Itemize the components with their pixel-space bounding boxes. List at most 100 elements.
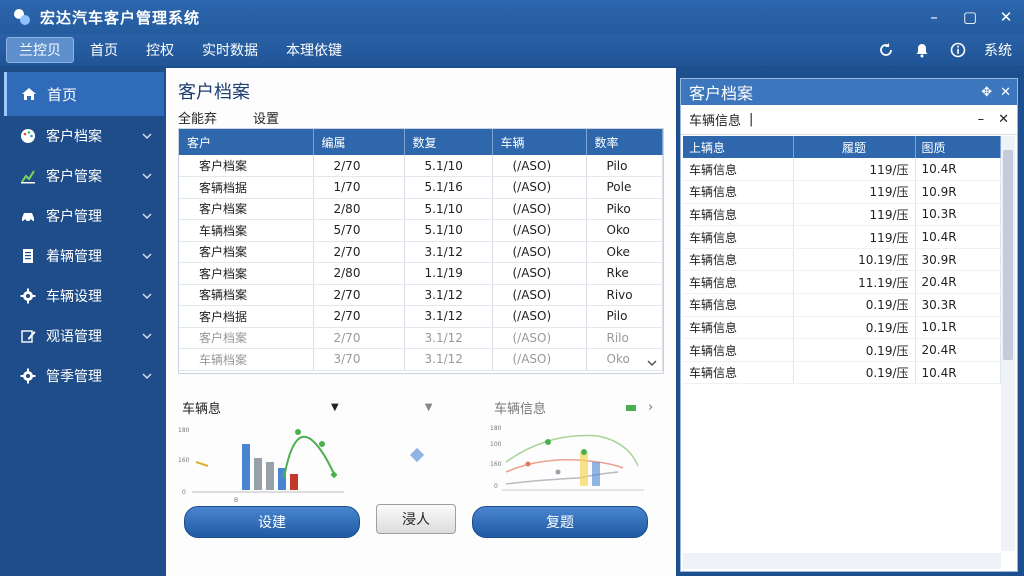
table-row[interactable]: 车辆信息 0.19/压 30.3R bbox=[683, 293, 1001, 317]
table-row[interactable]: 客户档据 2/70 3.1/12 (/ASO) Pilo bbox=[179, 305, 663, 328]
sidebar-item-customer-management[interactable]: 客户管理 bbox=[0, 196, 164, 236]
table-cell: 车辆信息 bbox=[683, 248, 794, 272]
create-button[interactable]: 设建 bbox=[184, 506, 360, 538]
table-row[interactable]: 车辆档案 3/70 3.1/12 (/ASO) Oko bbox=[179, 348, 663, 371]
table-row[interactable]: 车辆信息 11.19/压 20.4R bbox=[683, 270, 1001, 295]
minimize-button[interactable]: – bbox=[916, 0, 952, 34]
import-button[interactable]: 浸人 bbox=[376, 504, 456, 534]
table-row[interactable]: 车辆信息 10.19/压 30.9R bbox=[683, 248, 1001, 272]
tab-all[interactable]: 全能弃 bbox=[178, 108, 217, 127]
chevron-down-icon[interactable] bbox=[647, 357, 657, 367]
table-cell: (/ASO) bbox=[492, 262, 587, 285]
table-cell: 10.1R bbox=[915, 316, 1001, 340]
table-cell: 车辆信息 bbox=[683, 338, 794, 362]
menu-bar: 兰控贝 首页 控权 实时数据 本理依键 系统 bbox=[0, 34, 1024, 66]
menu-item-home[interactable]: 首页 bbox=[78, 37, 130, 63]
vertical-scrollbar[interactable] bbox=[1001, 136, 1015, 551]
sidebar-item-customer-archive[interactable]: 客户档案 bbox=[0, 116, 164, 156]
right-card-header: 车辆信息 › bbox=[494, 398, 653, 417]
bar bbox=[580, 452, 588, 486]
chevron-right-icon[interactable]: › bbox=[648, 400, 653, 415]
data-point bbox=[525, 461, 531, 467]
bell-icon[interactable] bbox=[912, 40, 932, 60]
main-panel: 客户档案 全能弃 设置 客户 编属 数复 车辆 数率 客户档案 2/70 5.1/1… bbox=[166, 68, 676, 576]
right-line-chart: 180 100 160 0 bbox=[488, 422, 648, 506]
table-cell: 客辆档据 bbox=[179, 176, 314, 199]
table-row[interactable]: 车辆信息 119/压 10.4R bbox=[683, 158, 1001, 182]
table-cell: 3.1/12 bbox=[404, 284, 493, 306]
menu-item-config[interactable]: 本理依键 bbox=[274, 37, 354, 63]
scroll-thumb[interactable] bbox=[1003, 150, 1013, 360]
sidebar-item-vehicle-settings[interactable]: 车辆设理 bbox=[0, 276, 164, 316]
table-row[interactable]: 车辆信息 119/压 10.4R bbox=[683, 225, 1001, 249]
app-logo-icon bbox=[12, 7, 32, 27]
vehicle-filter[interactable]: 车辆信息 | – ✕ bbox=[681, 105, 1017, 135]
pin-icon[interactable]: ✥ bbox=[981, 85, 992, 100]
column-header[interactable]: 编属 bbox=[313, 129, 405, 155]
query-button[interactable]: 复题 bbox=[472, 506, 648, 538]
diamond-marker bbox=[402, 422, 432, 506]
table-cell: 5.1/10 bbox=[404, 198, 493, 220]
table-row[interactable]: 客辆档案 2/70 3.1/12 (/ASO) Rivo bbox=[179, 284, 663, 306]
table-row[interactable]: 车辆信息 119/压 10.9R bbox=[683, 180, 1001, 204]
column-header[interactable]: 客户 bbox=[179, 129, 314, 155]
sidebar-item-label: 观语管理 bbox=[46, 329, 102, 345]
sidebar-item-home[interactable]: 首页 bbox=[4, 72, 164, 116]
sidebar-item-customer-case[interactable]: 客户管案 bbox=[0, 156, 164, 196]
sidebar-item-label: 客户管案 bbox=[46, 169, 102, 185]
table-row[interactable]: 客户档案 2/80 1.1/19 (/ASO) Rke bbox=[179, 262, 663, 285]
table-cell: Piko bbox=[586, 198, 663, 220]
collapse-icon[interactable]: – bbox=[978, 112, 985, 127]
chevron-down-icon bbox=[142, 129, 152, 140]
menu-item-main[interactable]: 兰控贝 bbox=[6, 37, 74, 63]
menu-item-realtime-data[interactable]: 实时数据 bbox=[190, 37, 270, 63]
table-cell: 10.4R bbox=[915, 361, 1001, 385]
chevron-down-icon[interactable]: ▼ bbox=[331, 402, 339, 413]
horizontal-scrollbar[interactable] bbox=[683, 553, 1001, 569]
table-row[interactable]: 客户档案 2/80 5.1/10 (/ASO) Piko bbox=[179, 198, 663, 220]
close-button[interactable]: ✕ bbox=[988, 0, 1024, 34]
table-row[interactable]: 车辆档案 5/70 5.1/10 (/ASO) Oko bbox=[179, 219, 663, 242]
table-cell: 车辆信息 bbox=[683, 180, 794, 204]
table-row[interactable]: 车辆信息 0.19/压 10.1R bbox=[683, 316, 1001, 340]
maximize-button[interactable]: ▢ bbox=[952, 0, 988, 34]
sidebar-item-season-management[interactable]: 管季管理 bbox=[0, 356, 164, 396]
table-cell: (/ASO) bbox=[492, 219, 587, 242]
edit-icon bbox=[18, 326, 38, 346]
info-icon[interactable] bbox=[948, 40, 968, 60]
table-cell: 1/70 bbox=[313, 176, 405, 199]
data-point bbox=[555, 469, 561, 475]
table-row[interactable]: 客辆档据 1/70 5.1/16 (/ASO) Pole bbox=[179, 176, 663, 199]
table-row[interactable]: 客户档案 2/70 5.1/10 (/ASO) Pilo bbox=[179, 155, 663, 177]
tick-label: 160 bbox=[490, 461, 502, 468]
table-row[interactable]: 车辆信息 0.19/压 20.4R bbox=[683, 338, 1001, 362]
right-card-title: 车辆信息 bbox=[494, 402, 547, 417]
chevron-down-icon[interactable]: ▼ bbox=[425, 402, 433, 413]
table-cell: 客户档案 bbox=[179, 198, 314, 220]
menu-item-permissions[interactable]: 控权 bbox=[134, 37, 186, 63]
customer-table: 客户 编属 数复 车辆 数率 客户档案 2/70 5.1/10 (/ASO) Pilo 客… bbox=[178, 128, 664, 374]
sidebar-item-view-management[interactable]: 观语管理 bbox=[0, 316, 164, 356]
close-icon[interactable]: ✕ bbox=[998, 112, 1009, 127]
column-header[interactable]: 上辆息 bbox=[683, 136, 794, 158]
column-header[interactable]: 车辆 bbox=[492, 129, 587, 155]
table-cell: 5/70 bbox=[313, 219, 405, 242]
close-icon[interactable]: ✕ bbox=[1000, 85, 1011, 100]
column-header[interactable]: 履题 bbox=[793, 136, 916, 158]
tab-settings[interactable]: 设置 bbox=[253, 108, 279, 127]
chevron-down-icon bbox=[142, 369, 152, 380]
refresh-icon[interactable] bbox=[876, 40, 896, 60]
column-header[interactable]: 图质 bbox=[915, 136, 1001, 158]
table-cell: 3/70 bbox=[313, 348, 405, 371]
table-row[interactable]: 车辆信息 119/压 10.3R bbox=[683, 203, 1001, 227]
sidebar-item-sales-management[interactable]: 着辆管理 bbox=[0, 236, 164, 276]
title-bar: 宏达汽车客户管理系统 – ▢ ✕ bbox=[0, 0, 1024, 34]
system-menu[interactable]: 系统 bbox=[984, 40, 1012, 60]
table-cell: 10.3R bbox=[915, 203, 1001, 227]
column-header[interactable]: 数率 bbox=[586, 129, 663, 155]
table-row[interactable]: 车辆信息 0.19/压 10.4R bbox=[683, 361, 1001, 385]
sidebar: 首页 客户档案 客户管案 客户管理 着辆管理 车辆设理 观语管理 管季管理 bbox=[0, 66, 164, 576]
column-header[interactable]: 数复 bbox=[404, 129, 493, 155]
table-row[interactable]: 客户档案 2/70 3.1/12 (/ASO) Oke bbox=[179, 241, 663, 263]
table-row[interactable]: 客户档案 2/70 3.1/12 (/ASO) Rilo bbox=[179, 327, 663, 349]
